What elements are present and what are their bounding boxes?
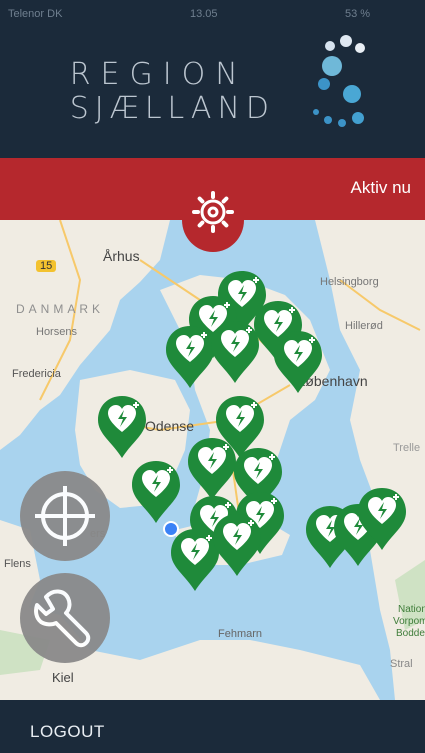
battery-text: 53 % xyxy=(345,8,371,20)
crosshair-icon xyxy=(35,486,95,546)
aed-marker[interactable] xyxy=(131,460,181,524)
region-logo-icon xyxy=(313,35,365,127)
aed-marker[interactable] xyxy=(212,513,262,577)
brand-wordmark: REGION SJÆLLAND xyxy=(70,58,275,126)
aed-marker[interactable] xyxy=(210,320,260,384)
wrench-icon xyxy=(34,589,91,648)
aed-marker[interactable] xyxy=(187,437,237,501)
aed-marker[interactable] xyxy=(170,528,220,592)
active-status-text: Aktiv nu xyxy=(350,178,411,197)
status-bar: Telenor DK 13.05 53 % xyxy=(0,0,425,26)
app-header: Telenor DK 13.05 53 % REGION SJÆLLAND xyxy=(0,0,425,158)
settings-gear-button[interactable] xyxy=(182,160,244,260)
status-time: 13.05 xyxy=(190,8,218,20)
brand-line-1: REGION xyxy=(69,57,248,92)
brand-line-2: SJÆLLAND xyxy=(69,91,275,126)
tools-button[interactable] xyxy=(20,573,110,663)
aed-marker[interactable] xyxy=(273,330,323,394)
carrier-text: Telenor DK xyxy=(8,8,63,20)
logout-button[interactable]: LOGOUT xyxy=(30,722,105,742)
locate-me-button[interactable] xyxy=(20,471,110,561)
aed-marker[interactable] xyxy=(165,325,215,389)
aed-marker[interactable] xyxy=(97,395,147,459)
